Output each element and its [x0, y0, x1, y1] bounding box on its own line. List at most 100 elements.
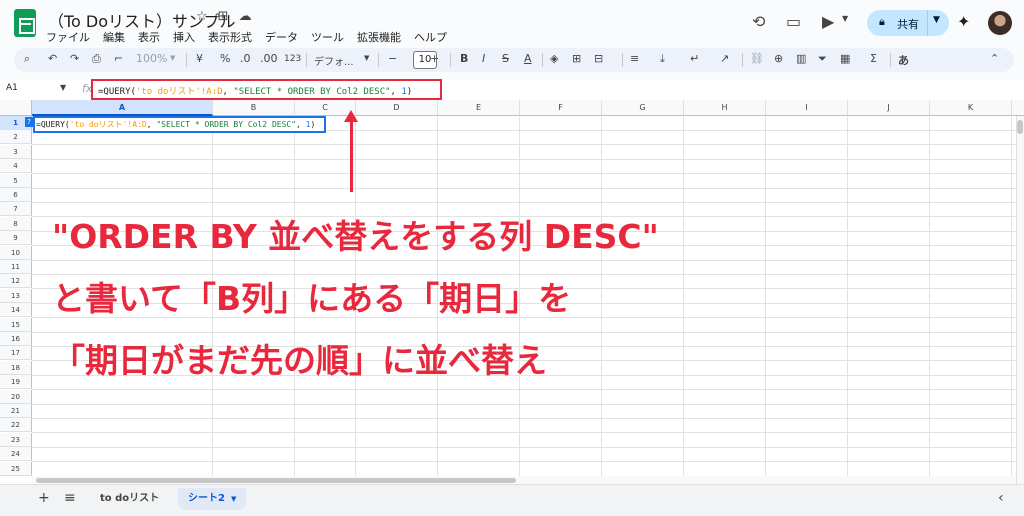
history-icon[interactable]: ⟲	[752, 12, 765, 31]
paint-format-icon[interactable]: ⌐	[114, 52, 123, 65]
decrease-font-size-button[interactable]: −	[388, 52, 397, 65]
menu-file[interactable]: ファイル	[46, 29, 90, 45]
zoom-chevron-down-icon[interactable]: ▼	[170, 54, 175, 62]
menu-data[interactable]: データ	[265, 29, 298, 45]
comments-icon[interactable]: ▭	[786, 12, 801, 31]
vertical-scrollbar[interactable]	[1016, 116, 1024, 484]
text-rotation-icon[interactable]: ↗	[720, 52, 729, 65]
menu-edit[interactable]: 編集	[103, 29, 125, 45]
menu-view[interactable]: 表示	[138, 29, 160, 45]
meet-chevron-down-icon[interactable]: ▼	[842, 14, 848, 23]
menu-tools[interactable]: ツール	[311, 29, 344, 45]
filter-views-icon[interactable]: ▦	[840, 52, 850, 65]
column-header-h[interactable]: H	[684, 100, 766, 116]
filter-icon[interactable]: ⏷	[818, 52, 827, 66]
text-wrap-icon[interactable]: ↵	[690, 52, 699, 65]
column-header-f[interactable]: F	[520, 100, 602, 116]
row-header-19[interactable]: 19	[0, 375, 32, 390]
text-color-button[interactable]: A	[524, 52, 532, 65]
row-header-5[interactable]: 5	[0, 173, 32, 188]
column-header-k[interactable]: K	[930, 100, 1012, 116]
horizontal-align-icon[interactable]: ≡	[630, 52, 639, 65]
menu-extensions[interactable]: 拡張機能	[357, 29, 401, 45]
row-header-16[interactable]: 16	[0, 332, 32, 346]
select-all-corner[interactable]	[0, 100, 32, 116]
avatar[interactable]	[988, 11, 1012, 35]
gemini-icon[interactable]: ✦	[957, 12, 970, 31]
row-header-20[interactable]: 20	[0, 389, 32, 404]
row-header-3[interactable]: 3	[0, 144, 32, 159]
number-format-button[interactable]: 123	[284, 54, 301, 64]
vertical-scroll-thumb[interactable]	[1017, 120, 1023, 134]
all-sheets-menu-icon[interactable]: ≡	[64, 490, 76, 506]
row-header-23[interactable]: 23	[0, 432, 32, 447]
currency-format-button[interactable]: ¥	[196, 52, 203, 65]
row-header-14[interactable]: 14	[0, 303, 32, 318]
column-header-g[interactable]: G	[602, 100, 684, 116]
decrease-decimal-button[interactable]: .0	[240, 52, 251, 65]
menu-help[interactable]: ヘルプ	[414, 29, 447, 45]
explore-chevron-left-icon[interactable]: ‹	[998, 490, 1004, 506]
move-folder-icon[interactable]: ⊞	[218, 9, 229, 24]
percent-format-button[interactable]: %	[220, 52, 230, 65]
row-header-10[interactable]: 10	[0, 245, 32, 260]
name-box[interactable]: A1	[6, 83, 18, 93]
vertical-align-icon[interactable]: ⤓	[660, 52, 665, 66]
insert-link-icon[interactable]: ⛓	[750, 52, 764, 65]
print-icon[interactable]: ⎙	[92, 52, 101, 66]
horizontal-scroll-thumb[interactable]	[36, 478, 516, 483]
redo-icon[interactable]: ↷	[70, 52, 79, 65]
hide-menus-chevron-up-icon[interactable]: ⌃	[990, 52, 999, 65]
column-header-d[interactable]: D	[356, 100, 438, 116]
cell-a1[interactable]: =QUERY('to doリスト'!A:D, "SELECT * ORDER B…	[33, 116, 326, 133]
name-box-chevron-down-icon[interactable]: ▼	[60, 83, 66, 92]
insert-comment-icon[interactable]: ⊕	[774, 52, 783, 65]
row-header-22[interactable]: 22	[0, 418, 32, 433]
merge-cells-icon[interactable]: ⊟	[594, 52, 603, 65]
star-icon[interactable]: ☆	[196, 9, 208, 24]
row-header-7[interactable]: 7	[0, 202, 32, 217]
undo-icon[interactable]: ↶	[48, 52, 57, 65]
row-header-25[interactable]: 25	[0, 461, 32, 476]
share-chevron-down-icon[interactable]: ▼	[933, 15, 940, 25]
strikethrough-button[interactable]: S	[502, 52, 509, 65]
column-header-e[interactable]: E	[438, 100, 520, 116]
row-header-8[interactable]: 8	[0, 216, 32, 231]
formula-help-icon[interactable]: ?	[25, 117, 33, 127]
row-header-18[interactable]: 18	[0, 360, 32, 375]
search-icon[interactable]: ⌕	[24, 52, 30, 66]
sheets-logo-icon[interactable]	[14, 9, 36, 37]
row-header-15[interactable]: 15	[0, 317, 32, 332]
borders-icon[interactable]: ⊞	[572, 52, 581, 65]
row-header-9[interactable]: 9	[0, 231, 32, 246]
column-header-a[interactable]: A	[32, 100, 213, 116]
row-header-11[interactable]: 11	[0, 260, 32, 274]
increase-font-size-button[interactable]: +	[430, 52, 439, 65]
share-button[interactable]: 🔒︎ 共有 ▼	[867, 10, 949, 36]
bold-button[interactable]: B	[460, 52, 468, 65]
increase-decimal-button[interactable]: .00	[260, 52, 278, 65]
column-header-l[interactable]: L	[1012, 100, 1024, 116]
insert-chart-icon[interactable]: ▥	[796, 52, 806, 65]
row-header-12[interactable]: 12	[0, 274, 32, 289]
input-tools-button[interactable]: あ	[898, 52, 909, 68]
sheet-tab-sheet2[interactable]: シート2 ▼	[178, 488, 247, 510]
cloud-status-icon[interactable]: ☁	[239, 9, 252, 24]
row-header-13[interactable]: 13	[0, 288, 32, 303]
font-family-select[interactable]: デフォ...	[314, 53, 354, 68]
row-header-6[interactable]: 6	[0, 188, 32, 202]
zoom-select[interactable]: 100%	[136, 52, 167, 65]
row-header-2[interactable]: 2	[0, 130, 32, 145]
sheet-tab-todo[interactable]: to doリスト	[90, 488, 169, 510]
meet-icon[interactable]: ▶	[822, 12, 834, 31]
column-header-j[interactable]: J	[848, 100, 930, 116]
font-chevron-down-icon[interactable]: ▼	[364, 54, 369, 62]
row-header-4[interactable]: 4	[0, 159, 32, 174]
sheet-tab-chevron-down-icon[interactable]: ▼	[231, 495, 236, 503]
row-header-24[interactable]: 24	[0, 447, 32, 462]
italic-button[interactable]: I	[482, 52, 485, 65]
column-header-i[interactable]: I	[766, 100, 848, 116]
menu-insert[interactable]: 挿入	[173, 29, 195, 45]
functions-icon[interactable]: Σ	[870, 52, 877, 65]
fill-color-icon[interactable]: ◈	[550, 52, 558, 65]
